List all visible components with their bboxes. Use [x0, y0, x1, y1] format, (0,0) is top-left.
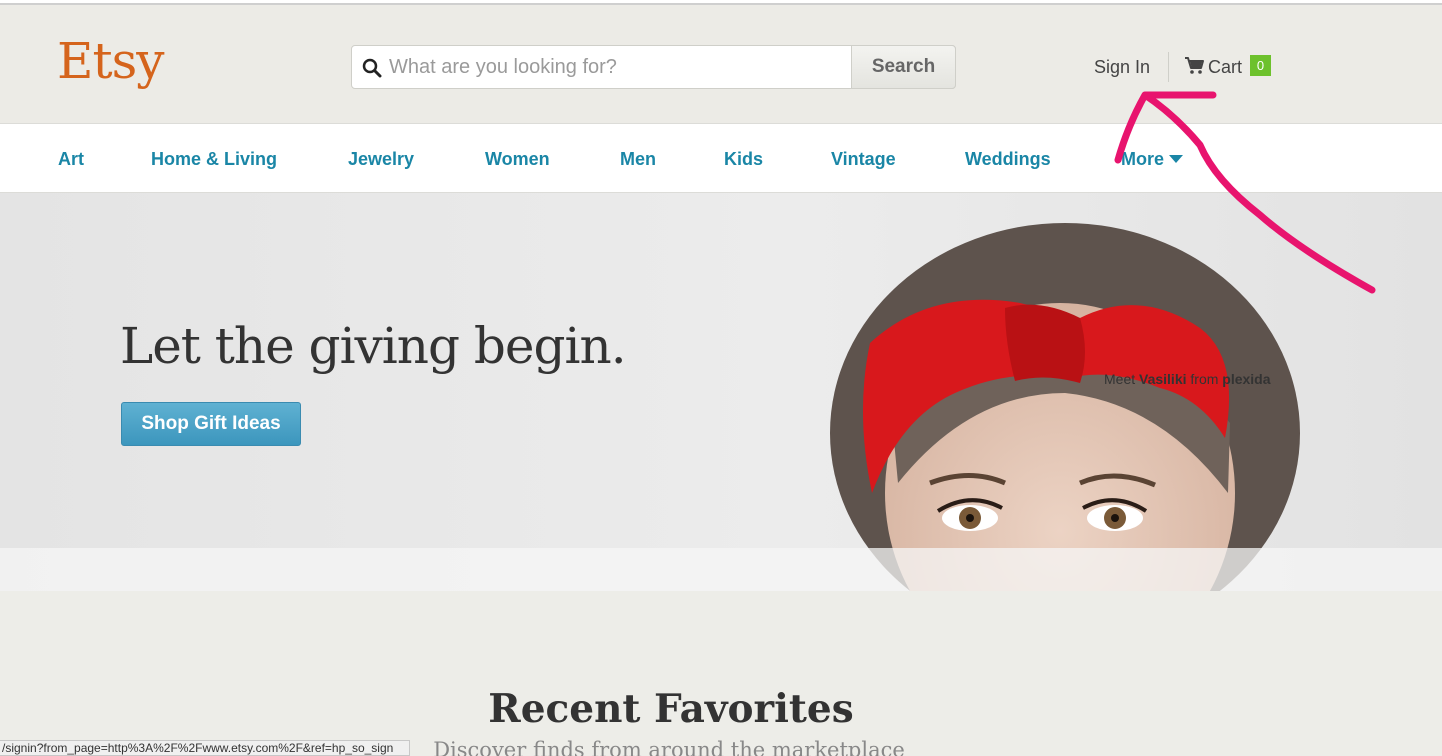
search-icon [362, 58, 382, 78]
search-input[interactable] [389, 46, 849, 88]
shop-gift-ideas-button[interactable]: Shop Gift Ideas [121, 402, 301, 446]
recent-favorites-title: Recent Favorites [488, 686, 854, 732]
search-button[interactable]: Search [851, 45, 956, 89]
hero-photo [830, 223, 1300, 591]
hero-caption: Meet Vasiliki from plexida [1104, 371, 1271, 387]
hero-caption-bar [0, 548, 1442, 591]
site-header: Etsy Search Sign In Cart 0 [0, 5, 1442, 123]
caption-person-link[interactable]: Vasiliki [1139, 371, 1186, 387]
category-nav: Art Home & Living Jewelry Women Men Kids… [0, 123, 1442, 193]
nav-item-kids[interactable]: Kids [724, 149, 763, 170]
status-bar-url: /signin?from_page=http%3A%2F%2Fwww.etsy.… [0, 740, 410, 756]
header-divider [1168, 52, 1169, 82]
nav-item-art[interactable]: Art [58, 149, 84, 170]
nav-item-weddings[interactable]: Weddings [965, 149, 1051, 170]
cart-label: Cart [1208, 57, 1243, 77]
cart-icon [1185, 57, 1204, 74]
hero-title: Let the giving begin. [120, 317, 627, 375]
caption-middle: from [1190, 371, 1219, 387]
nav-item-more-label: More [1121, 149, 1165, 169]
caret-down-icon [1169, 155, 1184, 163]
nav-item-jewelry[interactable]: Jewelry [348, 149, 414, 170]
nav-item-more[interactable]: More [1121, 149, 1184, 170]
caption-prefix: Meet [1104, 371, 1136, 387]
caption-shop-link[interactable]: plexida [1222, 371, 1270, 387]
nav-item-men[interactable]: Men [620, 149, 656, 170]
search-bar: Search [351, 45, 956, 89]
nav-item-women[interactable]: Women [485, 149, 550, 170]
cart-count-badge: 0 [1250, 55, 1271, 76]
etsy-logo[interactable]: Etsy [57, 32, 164, 90]
sign-in-link[interactable]: Sign In [1094, 57, 1150, 78]
hero-banner: Let the giving begin. Shop Gift Ideas [0, 193, 1442, 591]
nav-item-home-living[interactable]: Home & Living [151, 149, 277, 170]
nav-item-vintage[interactable]: Vintage [831, 149, 896, 170]
